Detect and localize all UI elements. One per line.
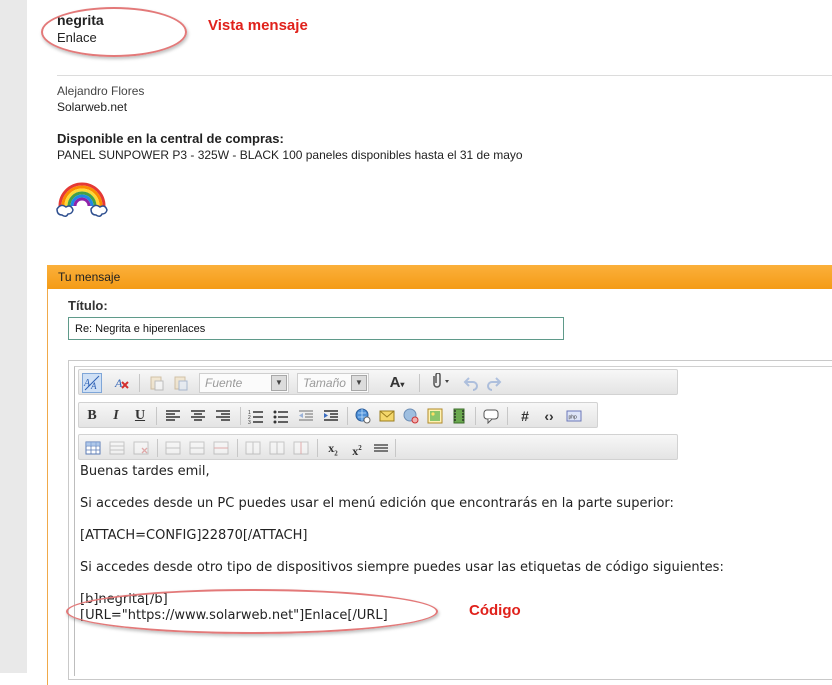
toolbar-separator	[157, 439, 158, 457]
toolbar-separator	[395, 439, 396, 457]
column-delete-icon[interactable]	[293, 440, 309, 456]
font-size-select[interactable]: Tamaño ▼	[297, 373, 369, 393]
chevron-down-icon: ▼	[351, 375, 367, 391]
reply-panel-header: Tu mensaje	[47, 265, 832, 289]
remove-format-icon: A	[114, 376, 129, 390]
undo-icon[interactable]	[463, 375, 479, 391]
svg-text:php: php	[569, 415, 578, 421]
preview-highlight-ellipse	[41, 7, 187, 57]
chevron-down-icon: ▼	[271, 375, 287, 391]
paste-word-icon[interactable]	[173, 375, 189, 391]
php-code-icon[interactable]: php	[566, 408, 582, 424]
column-insert-after-icon[interactable]	[269, 440, 285, 456]
toolbar-separator	[240, 407, 241, 425]
bold-button[interactable]: B	[82, 406, 102, 426]
editor-line	[80, 480, 820, 496]
signature-offer: PANEL SUNPOWER P3 - 325W - BLACK 100 pan…	[57, 148, 523, 162]
font-color-button[interactable]: A▾	[382, 373, 412, 393]
title-input[interactable]	[68, 317, 564, 340]
remove-format-button[interactable]: A	[112, 373, 132, 393]
toolbar-separator	[139, 374, 140, 392]
signature-name: Alejandro Flores	[57, 84, 145, 98]
insert-table-icon[interactable]	[85, 440, 101, 456]
underline-button[interactable]: U	[130, 406, 150, 426]
page-gutter	[0, 0, 27, 673]
redo-icon[interactable]	[486, 375, 502, 391]
align-center-icon[interactable]	[190, 408, 206, 424]
signature-site: Solarweb.net	[57, 100, 128, 114]
font-size-placeholder: Tamaño	[303, 376, 346, 390]
editor-line: Buenas tardes emil,	[80, 464, 210, 479]
annotation-code-label: Código	[469, 602, 521, 619]
bullet-list-icon[interactable]	[273, 408, 289, 424]
align-left-icon[interactable]	[165, 408, 181, 424]
row-delete-icon[interactable]	[213, 440, 229, 456]
rainbow-icon	[56, 182, 108, 218]
insert-image-icon[interactable]	[427, 408, 443, 424]
row-insert-before-icon[interactable]	[165, 440, 181, 456]
italic-button[interactable]: I	[106, 406, 126, 426]
font-style-icon: AA	[83, 375, 100, 391]
toolbar-separator	[507, 407, 508, 425]
signature-offer-rest: 100 paneles disponibles hasta el 31 de m…	[282, 148, 523, 162]
toolbar-row-3: x2 x2	[78, 434, 678, 460]
attachments-button[interactable]	[426, 372, 454, 393]
insert-link-icon[interactable]	[355, 408, 371, 424]
row-insert-after-icon[interactable]	[189, 440, 205, 456]
signature-product: PANEL SUNPOWER P3 - 325W - BLACK	[57, 148, 280, 162]
font-family-select[interactable]: Fuente ▼	[199, 373, 289, 393]
toolbar-separator	[419, 374, 420, 392]
insert-email-icon[interactable]	[379, 408, 395, 424]
toolbar-separator	[475, 407, 476, 425]
chevron-down-icon: ▾	[400, 380, 405, 389]
svg-text:A: A	[90, 381, 97, 391]
divider	[57, 75, 832, 76]
outdent-icon[interactable]	[298, 408, 314, 424]
editor-line: [ATTACH=CONFIG]22870[/ATTACH]	[80, 528, 308, 543]
editor-line	[80, 544, 820, 560]
editor-line	[80, 512, 820, 528]
toolbar-row-1: AA A Fuente ▼ Tamaño ▼ A▾	[78, 369, 678, 395]
toolbar-separator	[317, 439, 318, 457]
paperclip-icon	[433, 372, 449, 388]
numbered-list-icon[interactable]: 123	[248, 408, 264, 426]
align-right-icon[interactable]	[215, 408, 231, 424]
switch-editor-mode-button[interactable]: AA	[82, 373, 102, 393]
code-hash-button[interactable]: #	[515, 406, 535, 426]
subscript-button[interactable]: x2	[323, 438, 343, 458]
superscript-button[interactable]: x2	[347, 438, 367, 458]
title-label: Título:	[68, 298, 108, 313]
horizontal-rule-icon[interactable]	[373, 440, 389, 456]
font-family-placeholder: Fuente	[205, 376, 243, 390]
code-highlight-ellipse	[66, 589, 438, 634]
signature-heading: Disponible en la central de compras:	[57, 131, 284, 146]
table-row-above-icon[interactable]	[109, 440, 125, 456]
editor-line: Si accedes desde otro tipo de dispositiv…	[80, 560, 724, 575]
editor-line: Si accedes desde un PC puedes usar el me…	[80, 496, 674, 511]
toolbar-row-2: B I U 123 # ‹› php	[78, 402, 598, 428]
paste-text-icon[interactable]	[149, 375, 165, 391]
annotation-preview-label: Vista mensaje	[208, 17, 308, 34]
toolbar-separator	[347, 407, 348, 425]
quote-icon[interactable]	[483, 408, 499, 425]
remove-link-icon[interactable]	[403, 408, 419, 424]
insert-video-icon[interactable]	[451, 408, 467, 424]
toolbar-separator	[156, 407, 157, 425]
indent-icon[interactable]	[323, 408, 339, 424]
svg-text:3: 3	[248, 420, 251, 424]
table-delete-icon[interactable]	[133, 440, 149, 456]
toolbar-separator	[237, 439, 238, 457]
html-code-button[interactable]: ‹›	[539, 406, 559, 426]
column-insert-before-icon[interactable]	[245, 440, 261, 456]
